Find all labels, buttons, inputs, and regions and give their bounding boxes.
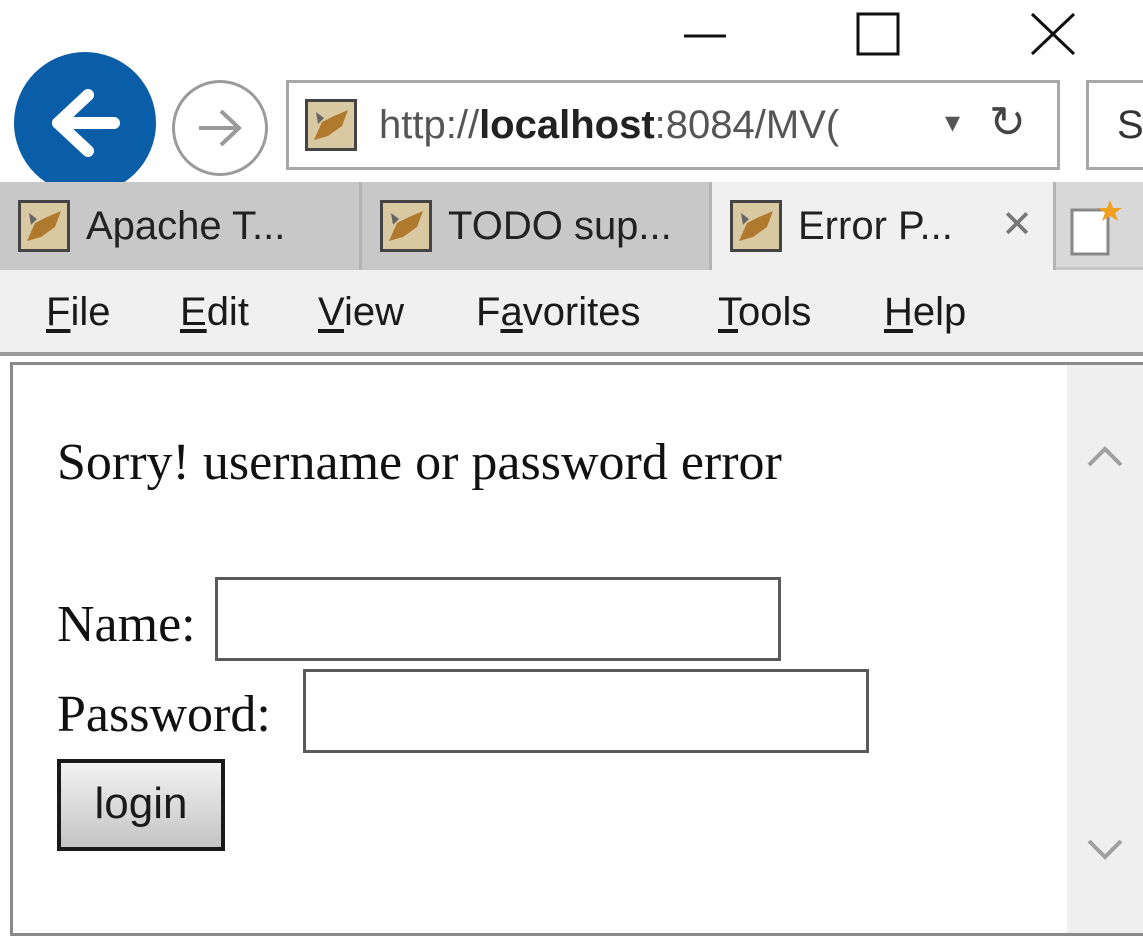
vertical-scrollbar[interactable]: [1067, 365, 1143, 933]
menu-bar: File Edit View Favorites Tools Help: [0, 270, 1143, 356]
address-dropdown-icon[interactable]: ▾: [945, 105, 960, 140]
menu-file[interactable]: File: [46, 290, 110, 335]
back-button[interactable]: [14, 52, 156, 194]
tab-todo[interactable]: TODO sup...: [362, 182, 712, 270]
forward-arrow-icon: [199, 109, 242, 147]
tab-error-page[interactable]: Error P... ✕: [712, 182, 1056, 272]
menu-help[interactable]: Help: [884, 290, 966, 335]
tomcat-favicon-icon: [18, 200, 70, 252]
tomcat-favicon-icon: [380, 200, 432, 252]
refresh-icon[interactable]: ↻: [989, 97, 1026, 148]
maximize-icon: [856, 12, 900, 56]
password-input[interactable]: [303, 669, 869, 753]
tomcat-favicon-icon: [305, 99, 357, 151]
menu-favorites[interactable]: Favorites: [476, 290, 641, 335]
menu-tools[interactable]: Tools: [718, 290, 811, 335]
login-button[interactable]: login: [57, 759, 225, 851]
tab-apache-tomcat[interactable]: Apache T...: [0, 182, 362, 270]
forward-button[interactable]: [172, 80, 268, 176]
name-input[interactable]: [215, 577, 781, 661]
menu-edit[interactable]: Edit: [180, 290, 249, 335]
chevron-down-icon[interactable]: [1081, 825, 1129, 873]
menu-view[interactable]: View: [318, 290, 404, 335]
tab-strip: Apache T... TODO sup... Error P... ✕: [0, 182, 1143, 272]
page-viewport: Sorry! username or password error Name: …: [10, 362, 1143, 936]
tab-close-icon[interactable]: ✕: [1001, 202, 1033, 247]
tab-label: TODO sup...: [448, 204, 672, 248]
name-label: Name:: [57, 596, 196, 653]
tab-label: Error P...: [798, 204, 953, 248]
tomcat-favicon-icon: [730, 200, 782, 252]
new-tab-icon[interactable]: [1066, 198, 1126, 258]
address-bar[interactable]: http://localhost:8084/MV( ▾ ↻: [286, 80, 1060, 170]
maximize-button[interactable]: [834, 0, 924, 74]
minimize-button[interactable]: [660, 0, 750, 74]
tab-label: Apache T...: [86, 204, 286, 248]
url-text[interactable]: http://localhost:8084/MV(: [379, 103, 939, 148]
error-message: Sorry! username or password error: [57, 434, 782, 491]
search-box-text: S: [1117, 103, 1143, 147]
password-label: Password:: [57, 686, 271, 743]
search-box[interactable]: S: [1086, 80, 1143, 170]
chevron-up-icon[interactable]: [1081, 433, 1129, 481]
close-icon: [1030, 12, 1076, 56]
back-arrow-icon: [52, 89, 120, 157]
close-window-button[interactable]: [1008, 0, 1098, 74]
minimize-icon: [684, 34, 726, 38]
